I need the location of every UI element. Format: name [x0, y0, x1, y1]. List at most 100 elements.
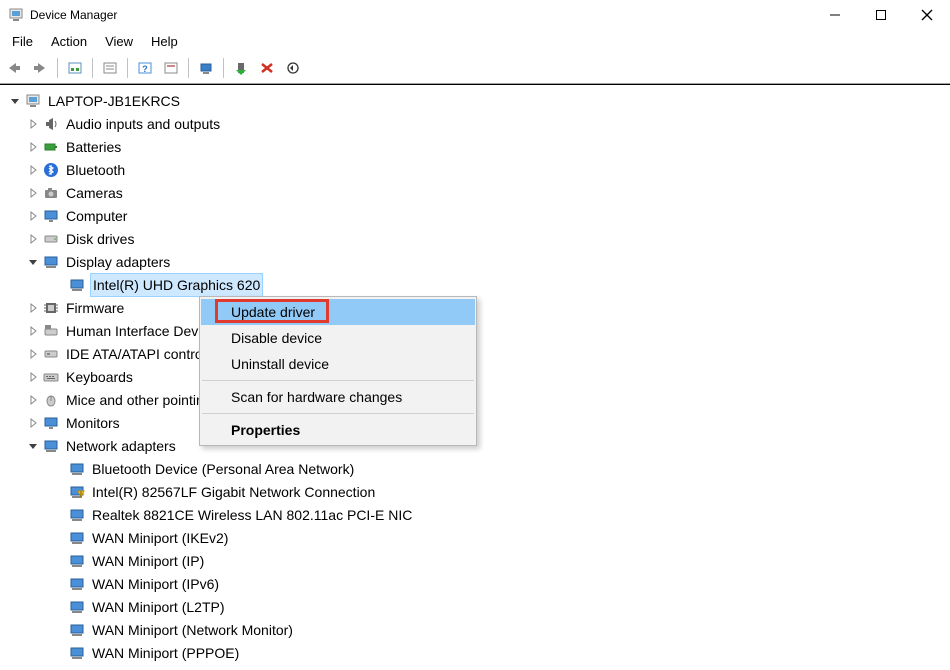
- chevron-right-icon[interactable]: [26, 324, 40, 338]
- menu-view[interactable]: View: [97, 32, 141, 51]
- tree-batteries[interactable]: Batteries: [2, 135, 950, 158]
- tree-label: Keyboards: [64, 365, 135, 389]
- network-adapter-icon: [68, 576, 86, 592]
- chevron-down-icon[interactable]: [26, 439, 40, 453]
- computer-icon: [24, 93, 42, 109]
- back-button[interactable]: [2, 57, 26, 79]
- device-manager-icon: [8, 7, 24, 23]
- help-button[interactable]: ?: [133, 57, 157, 79]
- tree-net0[interactable]: Bluetooth Device (Personal Area Network): [2, 457, 950, 480]
- tree-net3[interactable]: WAN Miniport (IKEv2): [2, 526, 950, 549]
- chevron-right-icon[interactable]: [26, 393, 40, 407]
- tree-label: WAN Miniport (PPPOE): [90, 641, 241, 665]
- toolbar-separator: [57, 58, 58, 78]
- context-scan-hardware[interactable]: Scan for hardware changes: [201, 384, 475, 410]
- menu-help[interactable]: Help: [143, 32, 186, 51]
- tree-net7[interactable]: WAN Miniport (Network Monitor): [2, 618, 950, 641]
- tree-label: Cameras: [64, 181, 125, 205]
- tree-computer[interactable]: Computer: [2, 204, 950, 227]
- menubar: File Action View Help: [0, 30, 950, 55]
- context-properties[interactable]: Properties: [201, 417, 475, 443]
- monitor-icon: [42, 415, 60, 431]
- disable-button[interactable]: [281, 57, 305, 79]
- tree-label: Display adapters: [64, 250, 172, 274]
- tree-net6[interactable]: WAN Miniport (L2TP): [2, 595, 950, 618]
- network-adapter-icon: [68, 645, 86, 661]
- network-adapter-icon: [68, 461, 86, 477]
- show-hidden-button[interactable]: [63, 57, 87, 79]
- context-disable-device[interactable]: Disable device: [201, 325, 475, 351]
- display-adapter-icon: [42, 254, 60, 270]
- chevron-right-icon[interactable]: [26, 232, 40, 246]
- chevron-down-icon[interactable]: [8, 94, 22, 108]
- update-driver-button[interactable]: [229, 57, 253, 79]
- network-adapter-icon: [68, 507, 86, 523]
- context-uninstall-device[interactable]: Uninstall device: [201, 351, 475, 377]
- tree-net5[interactable]: WAN Miniport (IPv6): [2, 572, 950, 595]
- tree-label: WAN Miniport (L2TP): [90, 595, 227, 619]
- chevron-right-icon[interactable]: [26, 140, 40, 154]
- context-separator: [202, 380, 474, 381]
- tree-label: WAN Miniport (IPv6): [90, 572, 221, 596]
- mouse-icon: [42, 392, 60, 408]
- tree-label: Computer: [64, 204, 129, 228]
- tree-disk[interactable]: Disk drives: [2, 227, 950, 250]
- forward-button[interactable]: [28, 57, 52, 79]
- tree-label: Firmware: [64, 296, 126, 320]
- network-icon: [42, 438, 60, 454]
- tree-display-child[interactable]: Intel(R) UHD Graphics 620: [2, 273, 950, 296]
- network-adapter-icon: [68, 599, 86, 615]
- action-button[interactable]: [159, 57, 183, 79]
- menu-file[interactable]: File: [4, 32, 41, 51]
- tree-label: Monitors: [64, 411, 122, 435]
- context-update-driver[interactable]: Update driver: [201, 299, 475, 325]
- svg-text:?: ?: [142, 64, 148, 74]
- tree-label: WAN Miniport (IKEv2): [90, 526, 230, 550]
- close-button[interactable]: [904, 0, 950, 30]
- monitor-icon: [42, 208, 60, 224]
- chevron-right-icon[interactable]: [26, 416, 40, 430]
- tree-net2[interactable]: Realtek 8821CE Wireless LAN 802.11ac PCI…: [2, 503, 950, 526]
- tree-root[interactable]: LAPTOP-JB1EKRCS: [2, 89, 950, 112]
- menu-action[interactable]: Action: [43, 32, 95, 51]
- window-controls: [812, 0, 950, 30]
- tree-net1[interactable]: ! Intel(R) 82567LF Gigabit Network Conne…: [2, 480, 950, 503]
- network-adapter-icon: [68, 530, 86, 546]
- maximize-button[interactable]: [858, 0, 904, 30]
- uninstall-button[interactable]: [255, 57, 279, 79]
- chevron-right-icon[interactable]: [26, 117, 40, 131]
- chevron-right-icon[interactable]: [26, 163, 40, 177]
- tree-net8[interactable]: WAN Miniport (PPPOE): [2, 641, 950, 664]
- scan-hardware-button[interactable]: [194, 57, 218, 79]
- tree-label: WAN Miniport (Network Monitor): [90, 618, 295, 642]
- chevron-down-icon[interactable]: [26, 255, 40, 269]
- tree-audio[interactable]: Audio inputs and outputs: [2, 112, 950, 135]
- properties-button[interactable]: [98, 57, 122, 79]
- window-title: Device Manager: [30, 8, 117, 22]
- tree-label: Batteries: [64, 135, 123, 159]
- chevron-right-icon[interactable]: [26, 370, 40, 384]
- tree-label: Audio inputs and outputs: [64, 112, 222, 136]
- display-adapter-icon: [68, 277, 86, 293]
- chevron-right-icon[interactable]: [26, 186, 40, 200]
- tree-label: LAPTOP-JB1EKRCS: [46, 89, 182, 113]
- disk-icon: [42, 231, 60, 247]
- chevron-right-icon[interactable]: [26, 301, 40, 315]
- tree-net4[interactable]: WAN Miniport (IP): [2, 549, 950, 572]
- tree-label: Realtek 8821CE Wireless LAN 802.11ac PCI…: [90, 503, 414, 527]
- tree-label: WAN Miniport (IP): [90, 549, 206, 573]
- tree-bluetooth[interactable]: Bluetooth: [2, 158, 950, 181]
- tree-label: Bluetooth Device (Personal Area Network): [90, 457, 356, 481]
- tree-label: Intel(R) 82567LF Gigabit Network Connect…: [90, 480, 377, 504]
- chevron-right-icon[interactable]: [26, 347, 40, 361]
- chevron-right-icon[interactable]: [26, 209, 40, 223]
- context-separator: [202, 413, 474, 414]
- ide-icon: [42, 346, 60, 362]
- tree-display[interactable]: Display adapters: [2, 250, 950, 273]
- tree-cameras[interactable]: Cameras: [2, 181, 950, 204]
- tree-label: Bluetooth: [64, 158, 127, 182]
- toolbar-separator: [127, 58, 128, 78]
- toolbar: ?: [0, 55, 950, 84]
- firmware-icon: [42, 300, 60, 316]
- minimize-button[interactable]: [812, 0, 858, 30]
